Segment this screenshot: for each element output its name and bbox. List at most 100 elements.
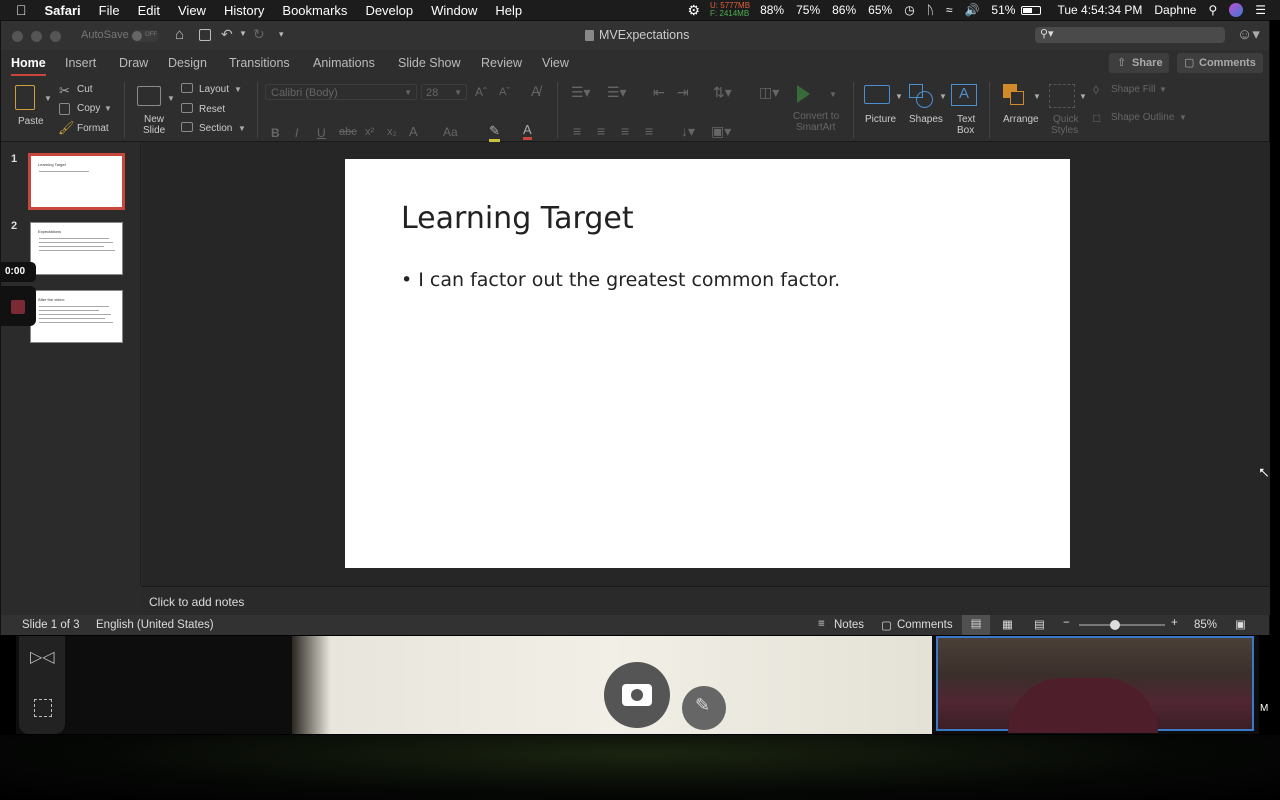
strikethrough-icon[interactable]: abc [339, 126, 357, 138]
copy-dropdown-icon[interactable]: ▼ [104, 104, 112, 113]
language-indicator[interactable]: English (United States) [96, 619, 214, 631]
tab-animations[interactable]: Animations [313, 56, 375, 70]
notes-icon[interactable]: ≡ [818, 618, 825, 630]
stat-2[interactable]: 75% [790, 3, 826, 17]
font-family-select[interactable]: Calibri (Body) ▼ [265, 84, 417, 100]
paste-button[interactable]: ▼ Paste [9, 82, 52, 132]
volume-icon[interactable]: 🔊 [958, 3, 985, 17]
stop-recording-icon[interactable] [11, 300, 25, 314]
slide-sorter-icon[interactable]: ▦ [1002, 617, 1013, 631]
menu-file[interactable]: File [90, 3, 129, 18]
comments-toggle[interactable]: Comments [897, 619, 953, 631]
decrease-indent-icon[interactable]: ⇤ [653, 84, 665, 101]
zoom-out-icon[interactable]: − [1063, 617, 1070, 629]
comments-icon[interactable]: ▢ [881, 618, 892, 632]
quick-styles-button[interactable]: ▼ Quick Styles [1047, 82, 1087, 138]
convert-to-smartart-button[interactable]: ▼ Convert to SmartArt [789, 82, 845, 138]
zoom-button[interactable] [50, 31, 61, 42]
text-effects-icon[interactable]: A [409, 124, 418, 139]
tab-view[interactable]: View [542, 56, 569, 70]
notes-pane[interactable]: Click to add notes [142, 586, 1270, 615]
copy-icon[interactable] [59, 103, 70, 115]
battery-icon[interactable] [1021, 5, 1042, 15]
menu-app-name[interactable]: Safari [36, 3, 90, 18]
zoom-slider-thumb[interactable] [1110, 620, 1120, 630]
user-name[interactable]: Daphne [1148, 3, 1202, 17]
menu-window[interactable]: Window [422, 3, 486, 18]
menu-bookmarks[interactable]: Bookmarks [273, 3, 356, 18]
bold-icon[interactable]: B [271, 126, 280, 140]
close-button[interactable] [12, 31, 23, 42]
flip-camera-icon[interactable]: ▷◁ [30, 647, 55, 667]
save-icon[interactable] [199, 29, 211, 41]
scissors-icon[interactable]: ✂ [59, 83, 70, 99]
shape-outline-icon[interactable]: □ [1093, 111, 1100, 125]
align-text-icon[interactable]: ▣▾ [711, 123, 731, 140]
copy-button[interactable]: Copy [77, 103, 100, 114]
clock[interactable]: Tue 4:54:34 PM [1047, 3, 1148, 17]
customize-toolbar-icon[interactable]: ▾ [279, 29, 284, 40]
gear-icon[interactable]: ⚙ [681, 2, 706, 19]
picture-button[interactable]: ▼ Picture [861, 82, 903, 136]
layout-button[interactable]: Layout [199, 84, 229, 95]
font-color-icon[interactable]: A [523, 122, 532, 140]
fullscreen-frame-icon[interactable] [34, 699, 52, 717]
slide-thumbnail-3[interactable]: After the video: [30, 290, 123, 343]
reading-view-icon[interactable]: ▤ [1034, 617, 1045, 631]
cut-button[interactable]: Cut [77, 84, 93, 95]
decrease-font-icon[interactable]: Aˇ [499, 86, 510, 98]
arrange-button[interactable]: ▼ Arrange [997, 82, 1041, 136]
text-direction-icon[interactable]: ↓▾ [681, 123, 695, 140]
layout-icon[interactable] [181, 83, 193, 93]
tab-insert[interactable]: Insert [65, 56, 96, 70]
siri-icon[interactable] [1229, 3, 1244, 17]
tab-home[interactable]: Home [11, 56, 46, 76]
align-right-icon[interactable]: ≡ [621, 123, 629, 139]
slide-bullet[interactable]: • I can factor out the greatest common f… [401, 269, 840, 291]
shape-fill-icon[interactable]: ◊ [1093, 83, 1099, 97]
stat-4[interactable]: 65% [862, 3, 898, 17]
menu-edit[interactable]: Edit [129, 3, 169, 18]
menu-history[interactable]: History [215, 3, 273, 18]
slide-thumbnail-1[interactable]: Learning Target [28, 153, 125, 210]
wifi-icon[interactable]: ≈ [940, 3, 959, 17]
new-slide-button[interactable]: ▼ New Slide [135, 82, 175, 136]
shape-outline-dropdown-icon[interactable]: ▼ [1179, 113, 1187, 122]
redo-icon[interactable]: ↻ [253, 26, 265, 43]
shape-outline-button[interactable]: Shape Outline [1111, 112, 1174, 123]
undo-dropdown-icon[interactable]: ▼ [239, 29, 247, 38]
capture-photo-button[interactable] [604, 662, 670, 728]
superscript-icon[interactable]: x² [365, 126, 374, 138]
bluetooth-icon[interactable]: ᚢ [921, 3, 940, 17]
italic-icon[interactable]: I [295, 126, 298, 140]
battery-level[interactable]: 51% [985, 3, 1021, 17]
share-button[interactable]: ⇧ Share [1109, 53, 1169, 73]
comments-button[interactable]: ▢ Comments [1177, 53, 1263, 73]
clear-formatting-icon[interactable]: A̸ [531, 83, 540, 99]
stat-1[interactable]: 88% [754, 3, 790, 17]
stat-3[interactable]: 86% [826, 3, 862, 17]
font-size-select[interactable]: 28 ▼ [421, 84, 467, 100]
home-icon[interactable]: ⌂ [175, 26, 184, 43]
bullets-icon[interactable]: ☰▾ [571, 84, 591, 101]
notification-center-icon[interactable]: ☰ [1249, 3, 1272, 17]
change-case-icon[interactable]: Aa [443, 125, 458, 139]
shape-fill-button[interactable]: Shape Fill [1111, 84, 1155, 95]
search-field[interactable]: ⚲▾ [1035, 27, 1225, 43]
tab-review[interactable]: Review [481, 56, 522, 70]
section-icon[interactable] [181, 122, 193, 132]
shape-fill-dropdown-icon[interactable]: ▼ [1159, 85, 1167, 94]
increase-font-icon[interactable]: Aˆ [475, 85, 487, 99]
align-center-icon[interactable]: ≡ [597, 123, 605, 139]
slide-title[interactable]: Learning Target [401, 201, 634, 236]
tab-draw[interactable]: Draw [119, 56, 148, 70]
menu-develop[interactable]: Develop [356, 3, 422, 18]
text-box-button[interactable]: A Text Box [949, 82, 981, 138]
tab-design[interactable]: Design [168, 56, 207, 70]
fit-to-window-icon[interactable]: ▣ [1235, 617, 1246, 631]
normal-view-icon[interactable]: ▤ [962, 615, 990, 635]
tab-transitions[interactable]: Transitions [229, 56, 290, 70]
slide-1[interactable]: Learning Target • I can factor out the g… [345, 159, 1070, 568]
recording-control[interactable] [0, 286, 36, 326]
format-painter-icon[interactable]: 🖌 [58, 120, 75, 136]
